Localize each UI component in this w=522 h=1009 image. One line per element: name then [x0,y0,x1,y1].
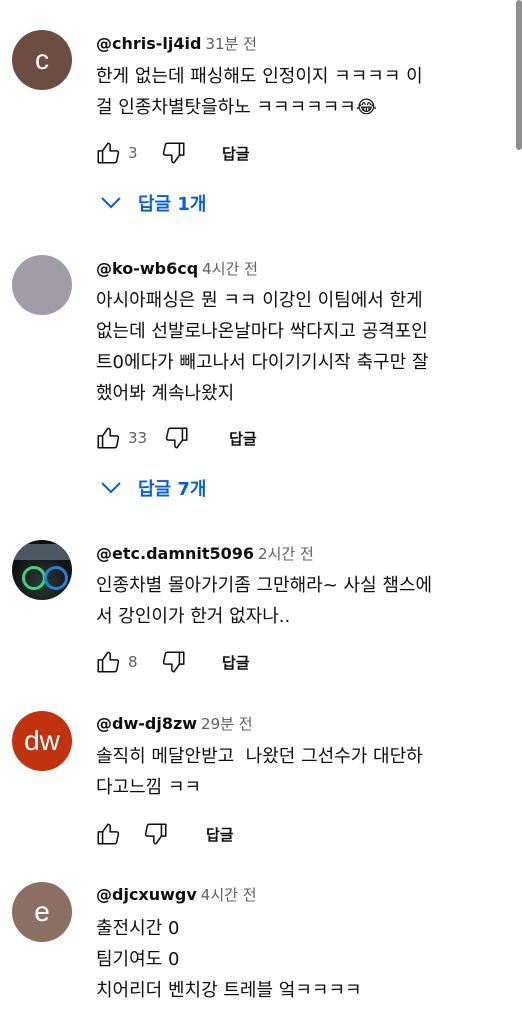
action-bar: 8 답글 [92,646,250,678]
avatar[interactable]: dw [12,711,72,771]
comment-text: 솔직히 메달안받고 나왔던 그선수가 대단하 다고느낌 ㅋㅋ [96,746,423,798]
view-replies-button[interactable]: 답글 7개 [100,472,206,504]
like-count: 3 [128,144,138,162]
comment-text: 한게 없는데 패싱해도 인정이지 ㅋㅋㅋㅋ 이 걸 인종차별탓을하노 ㅋㅋㅋㅋㅋ… [96,66,423,118]
comment-meta: @ko-wb6cq 4시간 전 [96,259,258,279]
like-button[interactable] [92,422,124,454]
like-button[interactable] [92,137,124,169]
avatar[interactable] [12,255,72,315]
author-handle[interactable]: @djcxuwgv [96,885,197,904]
reply-button[interactable]: 답글 [222,652,250,673]
action-bar: 33 답글 [92,422,257,454]
action-bar: 3 답글 [92,137,250,169]
avatar[interactable]: e [12,882,72,942]
view-replies-button[interactable]: 답글 1개 [100,187,206,219]
thumbs-down-icon [144,823,167,845]
timestamp[interactable]: 4시간 전 [202,260,258,278]
avatar[interactable]: c [12,30,72,90]
dislike-button[interactable] [161,422,193,454]
thumbs-up-icon [97,427,120,449]
thumbs-up-icon [97,651,120,673]
thumbs-down-icon [162,651,185,673]
comment-text: 인종차별 몰아가기좀 그만해라~ 사실 챔스에 서 강인이가 한거 없자나.. [96,575,433,627]
like-count: 33 [128,429,148,447]
thumbs-up-icon [97,823,120,845]
comment-text: 아시아패싱은 뭔 ㅋㅋ 이강인 이팀에서 한게 없는데 선발로나온날마다 싹다지… [96,290,429,404]
timestamp[interactable]: 29분 전 [201,715,252,733]
author-handle[interactable]: @chris-lj4id [96,34,201,53]
scrollbar[interactable] [516,0,522,150]
author-handle[interactable]: @dw-dj8zw [96,714,197,733]
comment-meta: @chris-lj4id 31분 전 [96,34,257,54]
comment-meta: @djcxuwgv 4시간 전 [96,885,257,905]
timestamp[interactable]: 31분 전 [205,35,256,53]
like-button[interactable] [92,646,124,678]
thumbs-down-icon [165,427,188,449]
avatar[interactable] [12,540,72,600]
thumbs-up-icon [97,142,120,164]
replies-count-label[interactable]: 답글 1개 [138,190,206,216]
chevron-down-icon [101,197,121,209]
thumbs-down-icon [162,142,185,164]
reply-button[interactable]: 답글 [229,428,257,449]
comment-text: 출전시간 0 팀기여도 0 치어리더 벤치강 트레블 엌ㅋㅋㅋㅋ [96,918,362,1001]
author-handle[interactable]: @ko-wb6cq [96,259,198,278]
reply-button[interactable]: 답글 [222,143,250,164]
chevron-down-icon [101,482,121,494]
reply-button[interactable]: 답글 [206,824,234,845]
dislike-button[interactable] [158,137,190,169]
timestamp[interactable]: 2시간 전 [258,545,314,563]
dislike-button[interactable] [158,646,190,678]
dislike-button[interactable] [140,818,172,850]
comment-meta: @dw-dj8zw 29분 전 [96,714,253,734]
action-bar: 답글 [92,818,234,850]
timestamp[interactable]: 4시간 전 [201,886,257,904]
author-handle[interactable]: @etc.damnit5096 [96,544,254,563]
replies-count-label[interactable]: 답글 7개 [138,475,206,501]
like-count: 8 [128,653,138,671]
comment-meta: @etc.damnit5096 2시간 전 [96,544,314,564]
like-button[interactable] [92,818,124,850]
